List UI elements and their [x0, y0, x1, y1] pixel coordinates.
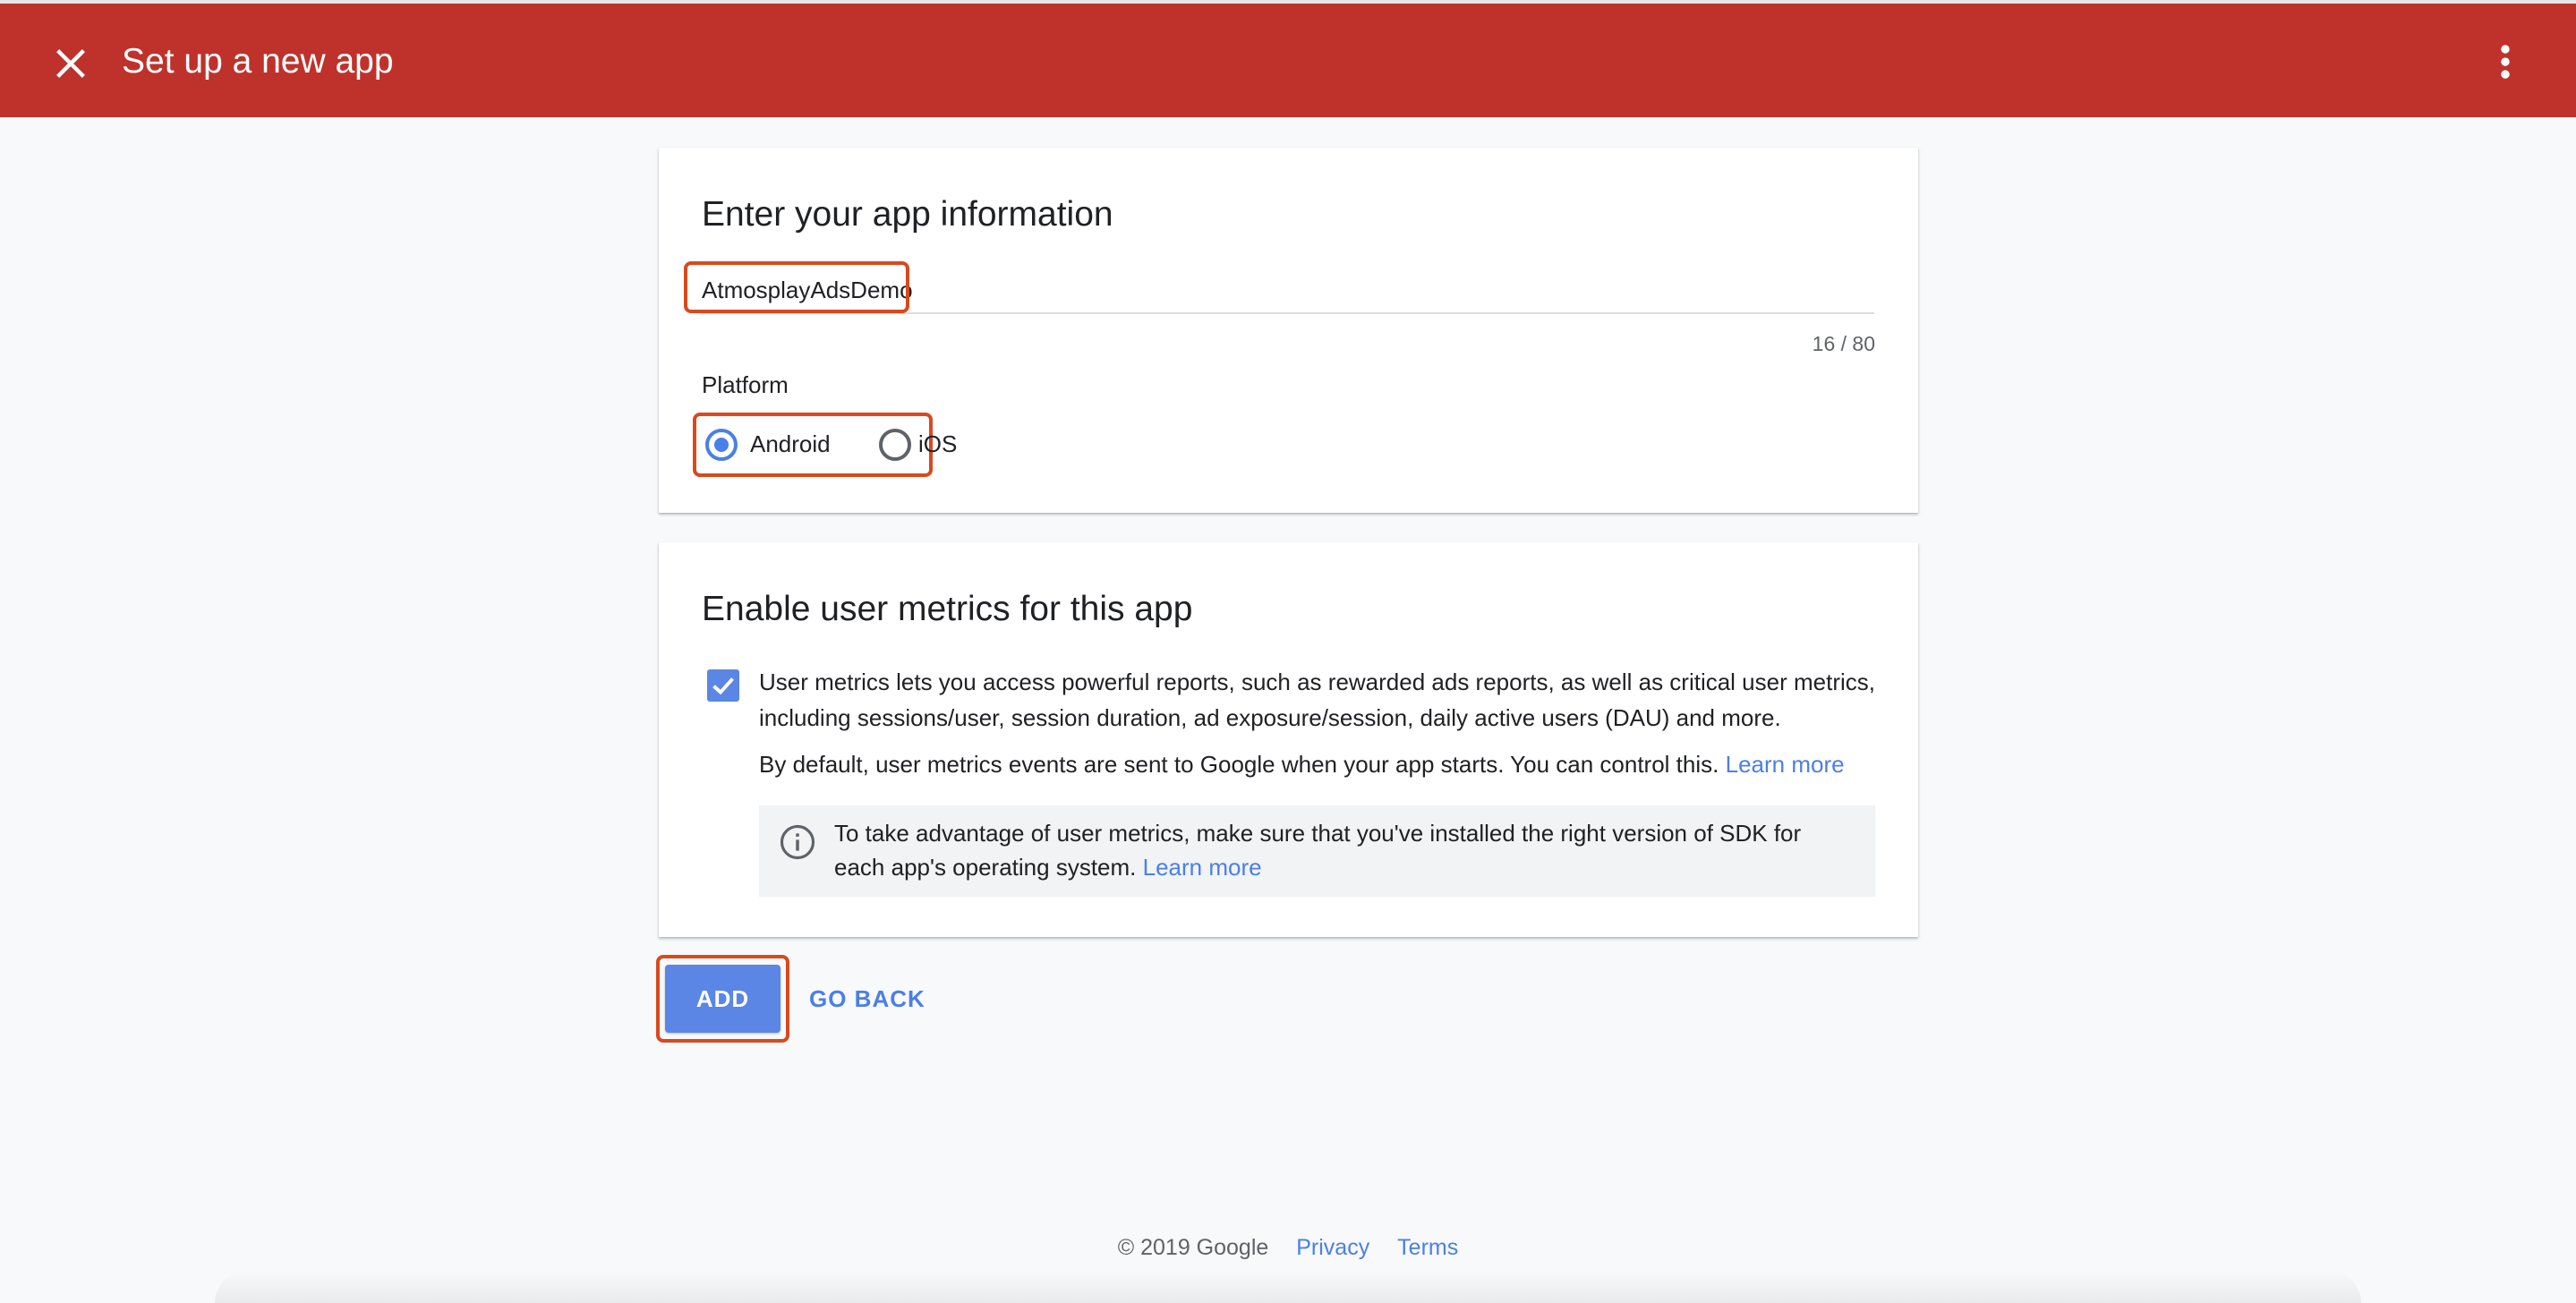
platform-radio-group: Android iOS: [693, 413, 957, 477]
footer-copyright: © 2019 Google: [1117, 1235, 1269, 1260]
radio-ios[interactable]: [879, 429, 911, 461]
radio-android[interactable]: [705, 429, 738, 461]
footer-terms-link[interactable]: Terms: [1397, 1235, 1458, 1260]
radio-ios-label[interactable]: iOS: [918, 430, 957, 458]
sdk-info-label: To take advantage of user metrics, make …: [834, 820, 1802, 881]
user-metrics-checkbox[interactable]: [707, 669, 739, 702]
sdk-info-text: To take advantage of user metrics, make …: [834, 816, 1855, 884]
info-icon: [780, 824, 815, 860]
platform-label: Platform: [702, 371, 789, 398]
footer: © 2019 Google Privacy Terms: [0, 1235, 2576, 1261]
page-title: Set up a new app: [122, 42, 394, 81]
bottom-shadow: [215, 1271, 2361, 1303]
more-vert-icon[interactable]: [2488, 39, 2522, 84]
add-button[interactable]: ADD: [665, 965, 780, 1033]
user-metrics-title: Enable user metrics for this app: [702, 590, 1193, 628]
sdk-learn-more-link[interactable]: Learn more: [1143, 854, 1262, 881]
default-events-text: By default, user metrics events are sent…: [759, 746, 1845, 782]
sdk-info-box: To take advantage of user metrics, make …: [759, 805, 1875, 897]
close-icon[interactable]: [51, 44, 90, 83]
user-metrics-card: Enable user metrics for this app User me…: [659, 542, 1918, 937]
app-bar: Set up a new app: [0, 4, 2576, 117]
app-name-input[interactable]: [702, 273, 1874, 314]
checkmark-icon: [712, 677, 734, 695]
app-info-title: Enter your app information: [702, 195, 1113, 234]
footer-privacy-link[interactable]: Privacy: [1296, 1235, 1369, 1260]
radio-android-label[interactable]: Android: [750, 430, 831, 458]
learn-more-link[interactable]: Learn more: [1726, 751, 1845, 778]
app-info-card: Enter your app information 16 / 80 Platf…: [659, 148, 1918, 513]
char-counter: 16 / 80: [1812, 332, 1875, 355]
go-back-button[interactable]: GO BACK: [806, 975, 929, 1022]
user-metrics-description: User metrics lets you access powerful re…: [759, 669, 1875, 731]
default-events-label: By default, user metrics events are sent…: [759, 751, 1719, 778]
